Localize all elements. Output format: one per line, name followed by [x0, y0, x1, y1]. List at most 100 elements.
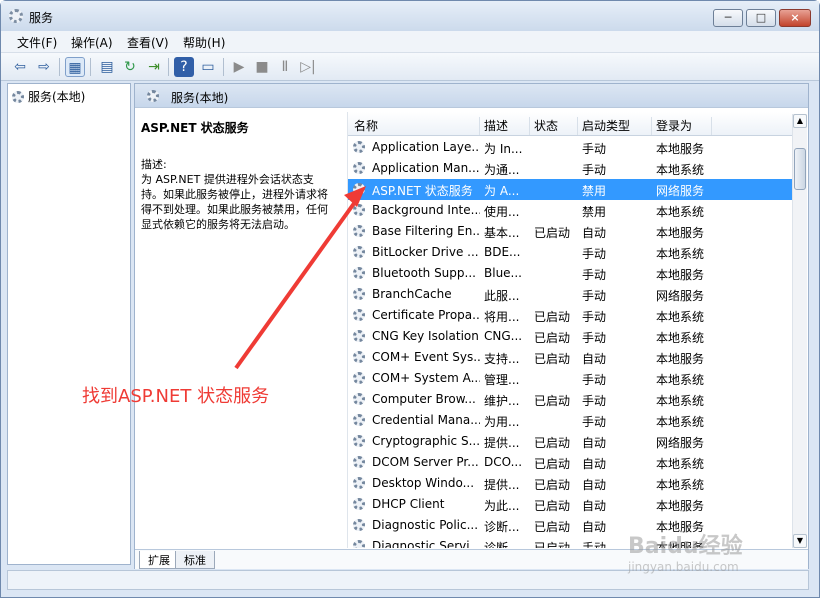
console-tree-icon[interactable]: ▦ — [65, 57, 85, 77]
service-row[interactable]: BranchCache 此服... 手动 网络服务 — [348, 284, 798, 305]
toolbar-separator — [90, 58, 91, 76]
baidu-watermark: Baidu经验 jingyan.baidu.com — [628, 528, 818, 588]
service-name: Certificate Propa... — [372, 308, 480, 322]
service-status: 已启动 — [534, 436, 571, 450]
service-log-on-as: 本地服务 — [656, 499, 705, 513]
service-name: Credential Mana... — [372, 413, 480, 427]
service-row[interactable]: Base Filtering En... 基本... 已启动 自动 本地服务 — [348, 221, 798, 242]
forward-icon[interactable]: ⇨ — [34, 57, 54, 77]
service-log-on-as: 本地系统 — [656, 373, 705, 387]
service-name: BranchCache — [372, 287, 452, 301]
vertical-scrollbar[interactable]: ▲ ▼ — [792, 114, 807, 548]
service-name: Bluetooth Supp... — [372, 266, 476, 280]
menu-help[interactable]: 帮助(H) — [183, 34, 225, 51]
service-gear-icon — [353, 204, 365, 216]
service-log-on-as: 本地系统 — [656, 247, 705, 261]
service-log-on-as: 本地服务 — [656, 226, 705, 240]
service-row[interactable]: CNG Key Isolation CNG... 已启动 手动 本地系统 — [348, 326, 798, 347]
maximize-button[interactable]: □ — [746, 9, 776, 27]
service-gear-icon — [353, 372, 365, 384]
tree-item-services-local[interactable]: 服务(本地) — [12, 88, 85, 105]
service-description: 为 ASP.NET 提供进程外会话状态支持。如果此服务被停止，进程外请求将得不到… — [141, 173, 328, 231]
service-row[interactable]: COM+ System A... 管理... 手动 本地系统 — [348, 368, 798, 389]
scroll-up-button[interactable]: ▲ — [793, 114, 807, 128]
service-row[interactable]: COM+ Event Sys... 支持... 已启动 自动 本地服务 — [348, 347, 798, 368]
column-log-on-as[interactable]: 登录为 — [656, 117, 712, 135]
refresh-icon[interactable]: ↻ — [120, 57, 140, 77]
service-row[interactable]: Certificate Propa... 将用... 已启动 手动 本地系统 — [348, 305, 798, 326]
title-bar[interactable]: 服务 ─ □ × — [1, 1, 819, 31]
menu-view[interactable]: 查看(V) — [127, 34, 169, 51]
service-name: CNG Key Isolation — [372, 329, 479, 343]
service-row[interactable]: BitLocker Drive ... BDE... 手动 本地系统 — [348, 242, 798, 263]
service-row[interactable]: Cryptographic S... 提供... 已启动 自动 网络服务 — [348, 431, 798, 452]
help-icon[interactable]: ? — [174, 57, 194, 77]
scroll-thumb[interactable] — [794, 148, 806, 190]
service-description: 管理... — [484, 373, 520, 387]
service-gear-icon — [353, 477, 365, 489]
service-log-on-as: 本地系统 — [656, 478, 705, 492]
menu-file[interactable]: 文件(F) — [17, 34, 57, 51]
watermark-url: jingyan.baidu.com — [628, 560, 739, 574]
tab-standard[interactable]: 标准 — [175, 551, 215, 569]
description-label: 描述: — [141, 158, 167, 171]
service-log-on-as: 本地服务 — [656, 268, 705, 282]
minimize-button[interactable]: ─ — [713, 9, 743, 27]
service-startup-type: 手动 — [582, 289, 607, 303]
service-gear-icon — [353, 498, 365, 510]
service-gear-icon — [353, 183, 365, 195]
service-log-on-as: 网络服务 — [656, 289, 705, 303]
tab-extended[interactable]: 扩展 — [139, 551, 179, 569]
service-log-on-as: 本地服务 — [656, 142, 705, 156]
column-description[interactable]: 描述 — [484, 117, 530, 135]
column-name[interactable]: 名称 — [354, 117, 480, 135]
service-row[interactable]: ASP.NET 状态服务为 A... 禁用 网络服务 — [348, 179, 798, 200]
service-gear-icon — [353, 309, 365, 321]
column-status[interactable]: 状态 — [534, 117, 578, 135]
service-log-on-as: 网络服务 — [656, 184, 705, 198]
service-description: 诊断... — [484, 520, 520, 534]
tree-item-label: 服务(本地) — [28, 90, 86, 104]
service-row[interactable]: DCOM Server Pr... DCO... 已启动 自动 本地系统 — [348, 452, 798, 473]
service-name: Base Filtering En... — [372, 224, 480, 238]
selected-service-title: ASP.NET 状态服务 — [141, 121, 249, 135]
service-status: 已启动 — [534, 457, 571, 471]
service-row[interactable]: Computer Brow... 维护... 已启动 手动 本地系统 — [348, 389, 798, 410]
stop-icon[interactable]: ■ — [252, 57, 272, 77]
view-icon[interactable]: ▭ — [198, 57, 218, 77]
play-icon[interactable]: ▶ — [229, 57, 249, 77]
watermark-title: Baidu经验 — [628, 534, 743, 559]
menu-bar: 文件(F) 操作(A) 查看(V) 帮助(H) — [1, 31, 819, 53]
close-button[interactable]: × — [779, 9, 811, 27]
menu-action[interactable]: 操作(A) — [71, 34, 113, 51]
service-description: 诊断... — [484, 541, 520, 548]
service-description: Blue... — [484, 266, 522, 280]
list-header: 名称 描述 状态 启动类型 登录为 — [348, 112, 807, 136]
service-name: Computer Brow... — [372, 392, 476, 406]
service-startup-type: 手动 — [582, 142, 607, 156]
service-row[interactable]: Bluetooth Supp... Blue... 手动 本地服务 — [348, 263, 798, 284]
column-startup-type[interactable]: 启动类型 — [582, 117, 652, 135]
service-gear-icon — [353, 540, 365, 548]
service-startup-type: 手动 — [582, 268, 607, 282]
service-status: 已启动 — [534, 541, 571, 548]
service-startup-type: 自动 — [582, 226, 607, 240]
back-icon[interactable]: ⇦ — [10, 57, 30, 77]
service-status: 已启动 — [534, 352, 571, 366]
service-description: 提供... — [484, 436, 520, 450]
service-row[interactable]: Application Laye... 为 In... 手动 本地服务 — [348, 137, 798, 158]
services-window: 服务 ─ □ × 文件(F) 操作(A) 查看(V) 帮助(H) ⇦ ⇨ ▦ ▤… — [0, 0, 820, 598]
restart-icon[interactable]: ▷| — [298, 57, 318, 77]
service-name: DCOM Server Pr... — [372, 455, 479, 469]
service-row[interactable]: Application Man... 为通... 手动 本地系统 — [348, 158, 798, 179]
export-icon[interactable]: ⇥ — [144, 57, 164, 77]
properties-icon[interactable]: ▤ — [97, 57, 117, 77]
service-row[interactable]: Credential Mana... 为用... 手动 本地系统 — [348, 410, 798, 431]
service-row[interactable]: Desktop Windo... 提供... 已启动 自动 本地系统 — [348, 473, 798, 494]
pause-icon[interactable]: Ⅱ — [275, 57, 295, 77]
service-row[interactable]: Background Inte... 使用... 禁用 本地系统 — [348, 200, 798, 221]
service-description: 基本... — [484, 226, 520, 240]
service-row[interactable]: DHCP Client 为此... 已启动 自动 本地服务 — [348, 494, 798, 515]
service-name: Cryptographic S... — [372, 434, 480, 448]
service-status: 已启动 — [534, 331, 571, 345]
